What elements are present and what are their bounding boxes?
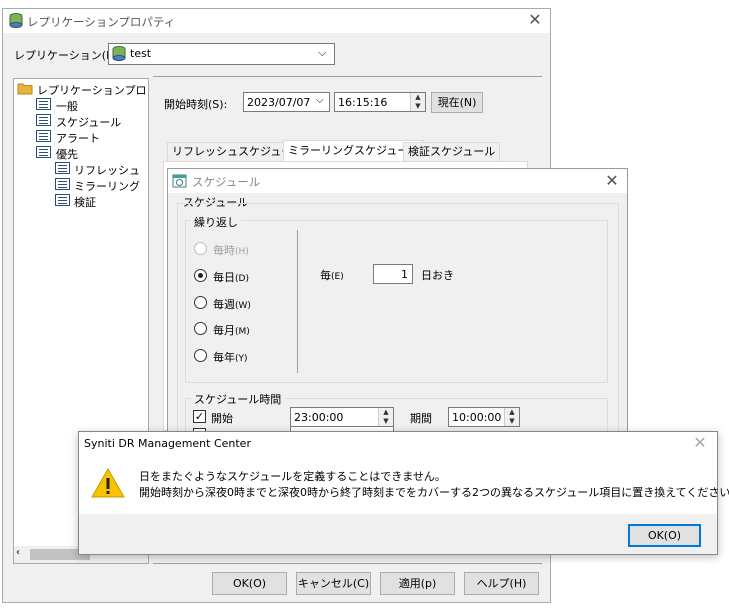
separator [153,76,542,77]
radio-daily-label: 毎日(D) [213,271,249,284]
now-button[interactable]: 現在(N) [431,92,483,113]
document-icon [36,130,51,142]
every-label: 毎(E) [320,269,344,282]
period-label: 期間 [410,412,432,425]
alert-close-button[interactable]: ✕ [690,433,710,453]
radio-daily[interactable] [194,269,207,282]
alert-title: Syniti DR Management Center [84,437,251,450]
apply-button[interactable]: 適用(p) [380,572,455,595]
start-checkbox[interactable]: ✓ [193,410,206,423]
start-checkbox-label: 開始 [211,412,233,425]
tab-verify-schedule[interactable]: 検証スケジュール [403,142,501,161]
document-icon [55,178,70,190]
schedule-time-title: スケジュール時間 [191,391,285,407]
warning-icon [91,467,125,498]
cancel-button[interactable]: キャンセル(C) [296,572,371,595]
radio-weekly-label: 毎週(W) [213,298,251,311]
window-title: レプリケーションプロパティ [27,15,176,29]
radio-yearly[interactable] [194,349,207,362]
scroll-left-icon[interactable]: ‹ [16,547,20,558]
tree-item-general[interactable]: 一般 [56,98,78,114]
every-value: 1 [401,268,408,281]
radio-weekly[interactable] [194,296,207,309]
window-close-button[interactable]: ✕ [525,10,545,32]
alert-ok-button[interactable]: OK(O) [628,524,701,547]
radio-hourly[interactable] [194,242,207,255]
tree-item-priority[interactable]: 優先 [56,146,78,162]
repeat-divider [297,230,298,373]
every-unit: 日おき [421,269,454,282]
period-spinner[interactable]: ▲ ▼ [504,408,519,426]
document-icon [36,98,51,110]
start-time-label: 開始時刻(S): [164,98,228,111]
schedule-close-button[interactable]: ✕ [602,171,622,193]
chevron-down-icon: ⌵ [318,46,327,59]
calendar-icon [172,174,187,188]
tree-item-verify[interactable]: 検証 [74,194,96,210]
document-icon [55,162,70,174]
tree-item-alert[interactable]: アラート [56,130,100,146]
folder-icon [17,83,33,95]
start-date-value: 2023/07/07 [247,96,311,109]
document-icon [36,146,51,158]
separator [153,563,542,564]
replication-select-value: test [130,47,152,60]
tree-item-mirroring[interactable]: ミラーリング [74,178,140,194]
chevron-down-icon: ⌵ [316,95,324,106]
repeat-group-title: 繰り返し [191,214,241,230]
replication-label: レプリケーション(R) [14,49,119,62]
period-value: 10:00:00 [452,411,502,424]
document-icon [55,194,70,206]
document-icon [36,114,51,126]
time-spinner[interactable]: ▲ ▼ [410,93,425,111]
tree-root[interactable]: レプリケーションプロパティ [37,82,147,98]
help-button[interactable]: ヘルプ(H) [464,572,539,595]
schedule-start-value: 23:00:00 [294,411,344,424]
schedule-title: スケジュール [192,175,261,189]
database-icon [112,46,126,61]
alert-message-line1: 日をまたぐようなスケジュールを定義することはできません。 [139,470,446,483]
radio-yearly-label: 毎年(Y) [213,351,248,364]
radio-monthly[interactable] [194,322,207,335]
ok-button[interactable]: OK(O) [212,572,287,595]
database-icon [9,13,23,28]
schedule-start-spinner[interactable]: ▲ ▼ [378,408,393,426]
radio-hourly-label: 毎時(H) [213,244,249,257]
start-time-value: 16:15:16 [338,96,388,109]
tree-item-refresh[interactable]: リフレッシュ [74,162,140,178]
radio-monthly-label: 毎月(M) [213,324,250,337]
alert-message-line2: 開始時刻から深夜0時までと深夜0時から終了時刻までをカバーする2つの異なるスケジ… [139,486,729,499]
tree-item-schedule[interactable]: スケジュール [56,114,121,130]
